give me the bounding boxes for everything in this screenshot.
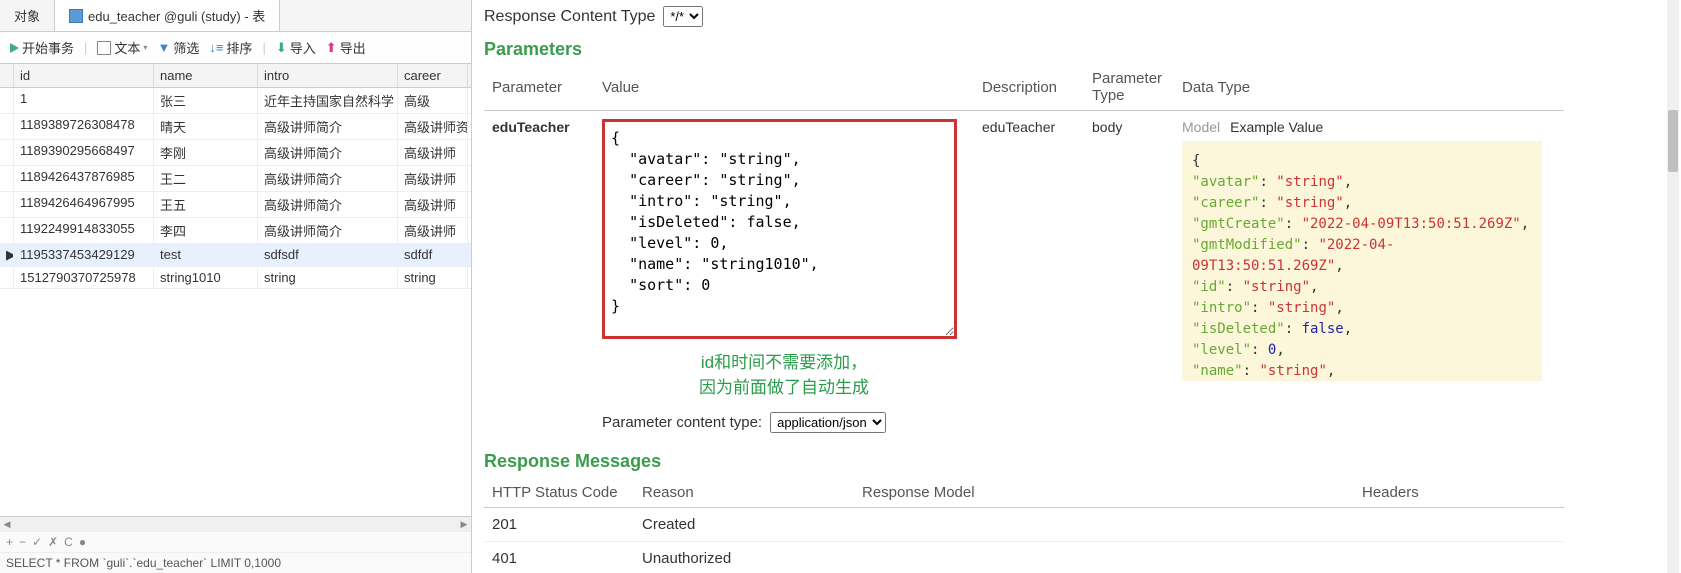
btn-text[interactable]: 文本▾ bbox=[97, 38, 147, 57]
table-row[interactable]: 1189426437876985王二高级讲师简介高级讲师 bbox=[0, 166, 471, 192]
table-row[interactable]: ▶1195337453429129testsdfsdfsdfdf bbox=[0, 244, 471, 267]
export-icon: ⬆ bbox=[326, 40, 337, 56]
v-scrollbar[interactable] bbox=[1667, 0, 1679, 573]
rct-label: Response Content Type bbox=[484, 8, 655, 26]
response-messages-heading: Response Messages bbox=[484, 451, 1564, 472]
table-row[interactable]: 1189390295668497李刚高级讲师简介高级讲师 bbox=[0, 140, 471, 166]
param-body-editor[interactable] bbox=[602, 119, 957, 339]
tab-objects[interactable]: 对象 bbox=[0, 0, 55, 31]
col-career[interactable]: career bbox=[398, 64, 468, 87]
editor-tabs: 对象 edu_teacher @guli (study) - 表 bbox=[0, 0, 471, 32]
btn-export[interactable]: ⬆导出 bbox=[326, 38, 366, 57]
nav-add[interactable]: + bbox=[6, 535, 13, 549]
document-icon bbox=[97, 41, 111, 55]
table-row[interactable]: 1192249914833055李四高级讲师简介高级讲师 bbox=[0, 218, 471, 244]
response-row: 401Unauthorized bbox=[484, 542, 1564, 573]
data-grid[interactable]: id name intro career 1张三近年主持国家自然科学高级1189… bbox=[0, 64, 471, 516]
scrollbar-thumb[interactable] bbox=[1668, 110, 1678, 172]
response-table: HTTP Status Code Reason Response Model H… bbox=[484, 478, 1564, 573]
col-name[interactable]: name bbox=[154, 64, 258, 87]
pct-select[interactable]: application/json bbox=[770, 412, 886, 433]
table-icon bbox=[69, 9, 83, 23]
table-row[interactable]: 1189389726308478晴天高级讲师简介高级讲师资 bbox=[0, 114, 471, 140]
tab-empty bbox=[280, 0, 471, 31]
import-icon: ⬇ bbox=[276, 40, 287, 56]
btn-sort[interactable]: ↓≡排序 bbox=[209, 38, 252, 57]
scroll-right-icon[interactable]: ▶ bbox=[457, 519, 471, 530]
example-value-box[interactable]: { "avatar": "string", "career": "string"… bbox=[1182, 141, 1542, 381]
nav-cancel[interactable]: ✗ bbox=[48, 535, 58, 549]
btn-begin-transaction[interactable]: 开始事务 bbox=[10, 38, 74, 57]
tab-model[interactable]: Model bbox=[1182, 119, 1220, 135]
table-row[interactable]: 1512790370725978string1010stringstring bbox=[0, 267, 471, 289]
scroll-left-icon[interactable]: ◀ bbox=[0, 519, 14, 530]
table-toolbar: 开始事务 | 文本▾ ▼筛选 ↓≡排序 | ⬇导入 ⬆导出 bbox=[0, 32, 471, 64]
nav-apply[interactable]: ✓ bbox=[32, 535, 42, 549]
col-intro[interactable]: intro bbox=[258, 64, 398, 87]
record-nav: + − ✓ ✗ C ● bbox=[0, 531, 471, 552]
table-row[interactable]: 1189426464967995王五高级讲师简介高级讲师 bbox=[0, 192, 471, 218]
btn-import[interactable]: ⬇导入 bbox=[276, 38, 316, 57]
nav-refresh[interactable]: C bbox=[64, 535, 73, 549]
status-bar: SELECT * FROM `guli`.`edu_teacher` LIMIT… bbox=[0, 552, 471, 573]
parameters-heading: Parameters bbox=[484, 39, 1564, 60]
filter-icon: ▼ bbox=[157, 40, 170, 55]
grid-footer: ◀ ▶ + − ✓ ✗ C ● SELECT * FROM `guli`.`ed… bbox=[0, 516, 471, 573]
h-scrollbar[interactable]: ◀ ▶ bbox=[0, 517, 471, 531]
response-row: 201Created bbox=[484, 508, 1564, 542]
sort-icon: ↓≡ bbox=[209, 40, 223, 55]
grid-header: id name intro career bbox=[0, 64, 471, 88]
table-row[interactable]: 1张三近年主持国家自然科学高级 bbox=[0, 88, 471, 114]
param-type: body bbox=[1084, 111, 1174, 442]
tab-example-value[interactable]: Example Value bbox=[1230, 119, 1323, 135]
swagger-panel: Response Content Type */* Parameters Par… bbox=[472, 0, 1681, 573]
tab-table[interactable]: edu_teacher @guli (study) - 表 bbox=[55, 0, 280, 31]
parameters-table: Parameter Value Description Parameter Ty… bbox=[484, 64, 1564, 441]
db-viewer-panel: 对象 edu_teacher @guli (study) - 表 开始事务 | … bbox=[0, 0, 472, 573]
col-id[interactable]: id bbox=[14, 64, 154, 87]
btn-filter[interactable]: ▼筛选 bbox=[157, 38, 199, 57]
nav-stop[interactable]: ● bbox=[79, 535, 86, 549]
rct-select[interactable]: */* bbox=[663, 6, 703, 27]
play-icon bbox=[10, 43, 19, 53]
pct-label: Parameter content type: bbox=[602, 414, 762, 431]
nav-delete[interactable]: − bbox=[19, 535, 26, 549]
param-name: eduTeacher bbox=[484, 111, 594, 442]
annotation: id和时间不需要添加， 因为前面做了自动生成 bbox=[602, 348, 966, 398]
param-description: eduTeacher bbox=[974, 111, 1084, 442]
